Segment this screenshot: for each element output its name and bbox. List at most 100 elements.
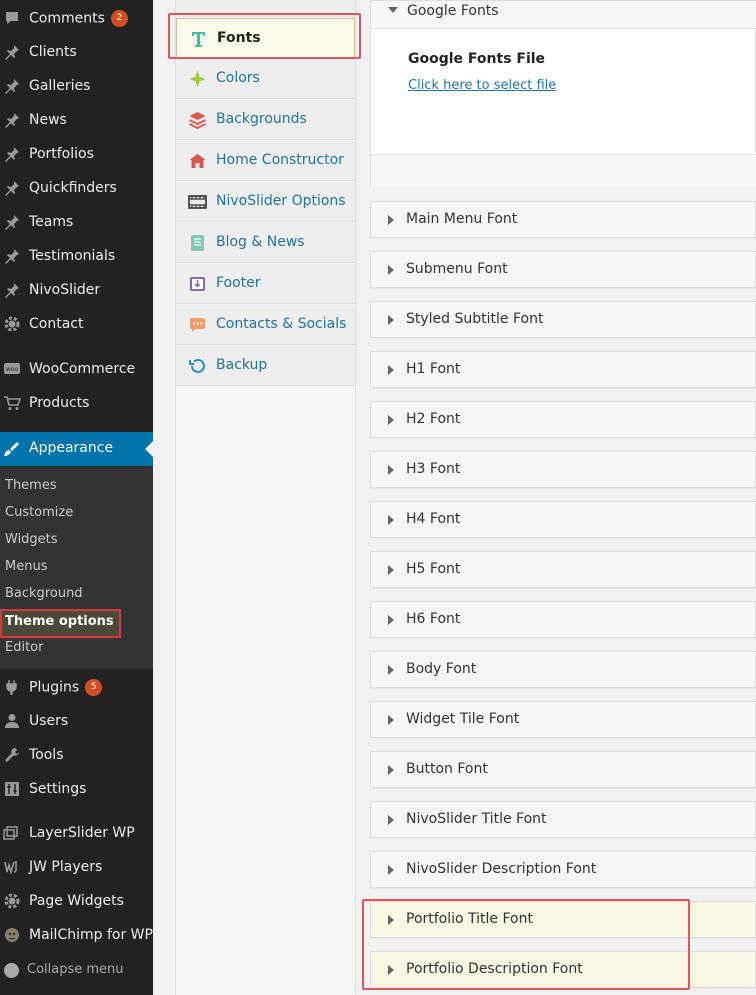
section-title: H2 Font <box>406 411 461 427</box>
collapsed-triangle-icon <box>388 715 394 725</box>
section-h6-font[interactable]: H6 Font <box>370 601 756 638</box>
nav-item-home-constructor[interactable]: Home Constructor <box>176 141 355 181</box>
menu-nivoslider[interactable]: NivoSlider <box>0 273 153 307</box>
plug-icon <box>6 680 17 695</box>
menu-woocommerce[interactable]: woo WooCommerce <box>0 352 153 386</box>
film-icon <box>188 195 207 209</box>
cart-icon <box>4 396 21 410</box>
collapse-menu-button[interactable]: Collapse menu <box>0 955 153 985</box>
menu-label: WooCommerce <box>29 361 136 377</box>
collapsed-triangle-icon <box>388 865 394 875</box>
collapsed-triangle-icon <box>388 815 394 825</box>
nav-item-backgrounds[interactable]: Backgrounds <box>176 100 355 140</box>
pin-icon <box>5 113 19 128</box>
nav-label: Footer <box>216 275 261 291</box>
menu-appearance[interactable]: Appearance <box>0 432 153 466</box>
submenu-theme-options[interactable]: Theme options <box>5 614 114 629</box>
section-title: Main Menu Font <box>406 211 518 227</box>
plugins-count-badge: 5 <box>85 678 103 696</box>
submenu-menus[interactable]: Menus <box>5 559 47 574</box>
section-title: Styled Subtitle Font <box>406 311 544 327</box>
nav-item-contacts-socials[interactable]: Contacts & Socials <box>176 305 355 345</box>
section-body-font[interactable]: Body Font <box>370 651 756 688</box>
menu-label: Plugins <box>29 679 80 695</box>
menu-layerslider[interactable]: LayerSlider WP <box>0 816 153 850</box>
section-h4-font[interactable]: H4 Font <box>370 501 756 538</box>
footer-icon <box>190 277 205 291</box>
submenu-widgets[interactable]: Widgets <box>5 532 58 547</box>
section-main-menu-font[interactable]: Main Menu Font <box>370 201 756 238</box>
menu-page-widgets[interactable]: Page Widgets <box>0 884 153 918</box>
menu-tools[interactable]: Tools <box>0 738 153 772</box>
section-h1-font[interactable]: H1 Font <box>370 351 756 388</box>
menu-label: Comments <box>29 10 105 26</box>
submenu-editor[interactable]: Editor <box>5 640 43 655</box>
section-title: H5 Font <box>406 561 461 577</box>
menu-label: LayerSlider WP <box>29 825 135 841</box>
menu-testimonials[interactable]: Testimonials <box>0 239 153 273</box>
gear-icon <box>4 893 20 909</box>
menu-portfolios[interactable]: Portfolios <box>0 137 153 171</box>
menu-products[interactable]: Products <box>0 386 153 420</box>
menu-quickfinders[interactable]: Quickfinders <box>0 171 153 205</box>
section-styled-subtitle-font[interactable]: Styled Subtitle Font <box>370 301 756 338</box>
menu-users[interactable]: Users <box>0 704 153 738</box>
section-submenu-font[interactable]: Submenu Font <box>370 251 756 288</box>
comments-count-badge: 2 <box>110 9 128 27</box>
nav-item-colors[interactable]: Colors <box>176 59 355 99</box>
select-file-link[interactable]: Click here to select file <box>408 78 556 93</box>
collapsed-triangle-icon <box>388 615 394 625</box>
submenu-themes[interactable]: Themes <box>5 478 57 493</box>
pin-icon <box>5 283 19 298</box>
menu-comments[interactable]: Comments 2 <box>0 1 153 35</box>
menu-mailchimp[interactable]: MailChimp for WP <box>0 918 153 952</box>
menu-label: JW Players <box>29 859 103 875</box>
nav-item-nivoslider-options[interactable]: NivoSlider Options <box>176 182 355 222</box>
section-title: Body Font <box>406 661 477 677</box>
settings-icon <box>5 782 19 796</box>
section-h3-font[interactable]: H3 Font <box>370 451 756 488</box>
section-nivoslider-title-font[interactable]: NivoSlider Title Font <box>370 801 756 838</box>
menu-label: Products <box>29 395 90 411</box>
google-fonts-header[interactable]: Google Fonts <box>371 1 756 29</box>
collapse-icon <box>4 963 19 978</box>
nav-item-blog-news[interactable]: Blog & News <box>176 223 355 263</box>
menu-label: MailChimp for WP <box>29 927 153 943</box>
nav-item-backup[interactable]: Backup <box>176 346 355 386</box>
nav-item-footer[interactable]: Footer <box>176 264 355 304</box>
menu-contact[interactable]: Contact <box>0 307 153 341</box>
pin-icon <box>5 45 19 60</box>
backup-icon <box>189 358 205 373</box>
section-button-font[interactable]: Button Font <box>370 751 756 788</box>
menu-teams[interactable]: Teams <box>0 205 153 239</box>
wrench-icon <box>5 748 19 762</box>
menu-galleries[interactable]: Galleries <box>0 69 153 103</box>
section-title: Widget Tile Font <box>406 711 520 727</box>
section-title: H1 Font <box>406 361 461 377</box>
menu-label: Testimonials <box>29 248 116 264</box>
pin-icon <box>5 79 19 94</box>
menu-settings[interactable]: Settings <box>0 772 153 806</box>
section-title: H4 Font <box>406 511 461 527</box>
menu-jw-players[interactable]: JW Players <box>0 850 153 884</box>
menu-label: Teams <box>29 214 74 230</box>
menu-news[interactable]: News <box>0 103 153 137</box>
comment-icon <box>6 12 18 24</box>
submenu-customize[interactable]: Customize <box>5 505 73 520</box>
jw-icon <box>4 861 17 875</box>
menu-clients[interactable]: Clients <box>0 35 153 69</box>
section-nivoslider-description-font[interactable]: NivoSlider Description Font <box>370 851 756 888</box>
pin-icon <box>5 147 19 162</box>
section-h2-font[interactable]: H2 Font <box>370 401 756 438</box>
menu-plugins[interactable]: Plugins 5 <box>0 670 153 704</box>
collapsed-triangle-icon <box>388 465 394 475</box>
home-icon <box>189 154 206 168</box>
section-widget-tile-font[interactable]: Widget Tile Font <box>370 701 756 738</box>
submenu-background[interactable]: Background <box>5 586 83 601</box>
section-h5-font[interactable]: H5 Font <box>370 551 756 588</box>
gear-icon <box>4 316 20 332</box>
chat-icon <box>190 318 205 332</box>
menu-label: Contact <box>29 316 84 332</box>
nav-label: Blog & News <box>216 234 305 250</box>
menu-label: Clients <box>29 44 77 60</box>
